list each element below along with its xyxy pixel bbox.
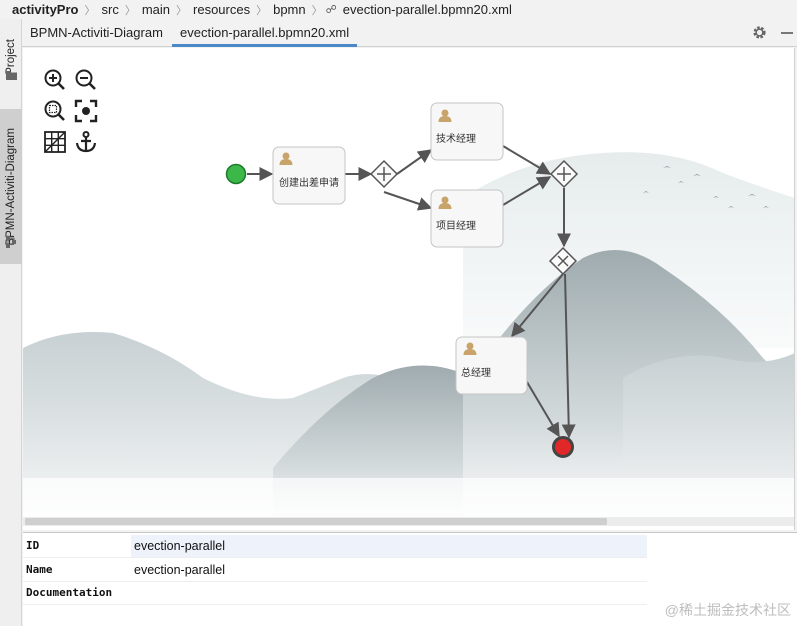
breadcrumb-resources[interactable]: resources	[190, 2, 253, 17]
breadcrumb-bpmn[interactable]: bpmn	[270, 2, 309, 17]
task-label-tech: 技术经理	[436, 132, 476, 145]
sequence-flow[interactable]	[526, 381, 560, 438]
user-task-general-manager[interactable]: 总经理	[455, 336, 528, 395]
editor-tab-bar: BPMN-Activiti-Diagram evection-parallel.…	[22, 19, 797, 47]
user-task-create[interactable]: 创建出差申请	[272, 146, 346, 205]
name-field[interactable]: evection-parallel	[131, 559, 647, 581]
zoom-in-icon[interactable]	[43, 68, 67, 92]
start-event[interactable]	[225, 163, 247, 185]
folder-icon	[6, 71, 17, 80]
chevron-right-icon: 〉	[124, 4, 136, 17]
tool-tab-bpmn-diagram-label: BPMN-Activiti-Diagram	[5, 127, 17, 246]
sequence-flow[interactable]	[383, 191, 433, 211]
end-event[interactable]	[552, 436, 574, 458]
sequence-flow[interactable]	[561, 273, 576, 439]
id-field[interactable]: evection-parallel	[131, 535, 647, 557]
breadcrumb: activityPro 〉 src 〉 main 〉 resources 〉 b…	[0, 0, 797, 19]
tab-bpmn-diagram[interactable]: BPMN-Activiti-Diagram	[22, 19, 171, 47]
breadcrumb-file[interactable]: evection-parallel.bpmn20.xml	[340, 2, 515, 17]
exclusive-gateway[interactable]	[548, 246, 578, 276]
scrollbar-thumb[interactable]	[25, 518, 607, 525]
ide-window: activityPro 〉 src 〉 main 〉 resources 〉 b…	[0, 0, 797, 626]
zoom-out-icon[interactable]	[74, 68, 98, 92]
chevron-right-icon: 〉	[256, 4, 268, 17]
property-key: Documentation	[26, 586, 113, 599]
property-key: ID	[26, 539, 40, 552]
tool-window-strip: Project BPMN-Activiti-Diagram	[0, 19, 22, 626]
parallel-gateway-join[interactable]	[549, 159, 579, 189]
property-row-name: Name evection-parallel	[23, 559, 647, 582]
user-task-tech-manager[interactable]: 技术经理	[430, 102, 504, 161]
sequence-flow[interactable]	[396, 149, 433, 175]
property-row-id: ID evection-parallel	[23, 535, 647, 558]
bpmn-file-icon: ☍	[325, 4, 337, 16]
focus-center-icon[interactable]	[74, 99, 98, 123]
grid-icon[interactable]	[43, 130, 67, 154]
breadcrumb-main[interactable]: main	[139, 2, 173, 17]
sequence-flow[interactable]	[502, 145, 552, 175]
zoom-fit-icon[interactable]	[43, 99, 67, 123]
property-key: Name	[26, 563, 53, 576]
task-label-gm: 总经理	[461, 366, 491, 379]
gear-icon[interactable]	[752, 25, 767, 40]
chevron-right-icon: 〉	[176, 4, 188, 17]
parallel-gateway-fork[interactable]	[369, 159, 399, 189]
sequence-flow[interactable]	[502, 176, 552, 206]
breadcrumb-src[interactable]: src	[98, 2, 121, 17]
minimize-icon[interactable]	[781, 32, 793, 34]
diagram-toolbar	[43, 68, 103, 154]
tab-xml-file[interactable]: evection-parallel.bpmn20.xml	[172, 19, 358, 47]
documentation-field[interactable]	[131, 582, 647, 604]
sequence-flow[interactable]	[511, 273, 564, 338]
diagram-icon	[6, 236, 16, 248]
bpmn-diagram: 创建出差申请 技术经理 项目经理 总经理	[225, 102, 579, 458]
task-label-create: 创建出差申请	[279, 176, 339, 189]
diagram-canvas[interactable]: 创建出差申请 技术经理 项目经理 总经理	[23, 48, 795, 530]
user-task-project-manager[interactable]: 项目经理	[430, 189, 504, 248]
task-label-project: 项目经理	[436, 219, 476, 232]
anchor-icon[interactable]	[74, 130, 98, 154]
property-row-documentation: Documentation	[23, 582, 647, 605]
horizontal-scrollbar[interactable]	[23, 517, 794, 526]
breadcrumb-project[interactable]: activityPro	[0, 2, 81, 17]
watermark: @稀土掘金技术社区	[664, 602, 791, 618]
properties-panel: ID evection-parallel Name evection-paral…	[23, 532, 797, 626]
chevron-right-icon: 〉	[84, 4, 96, 17]
chevron-right-icon: 〉	[311, 4, 323, 17]
